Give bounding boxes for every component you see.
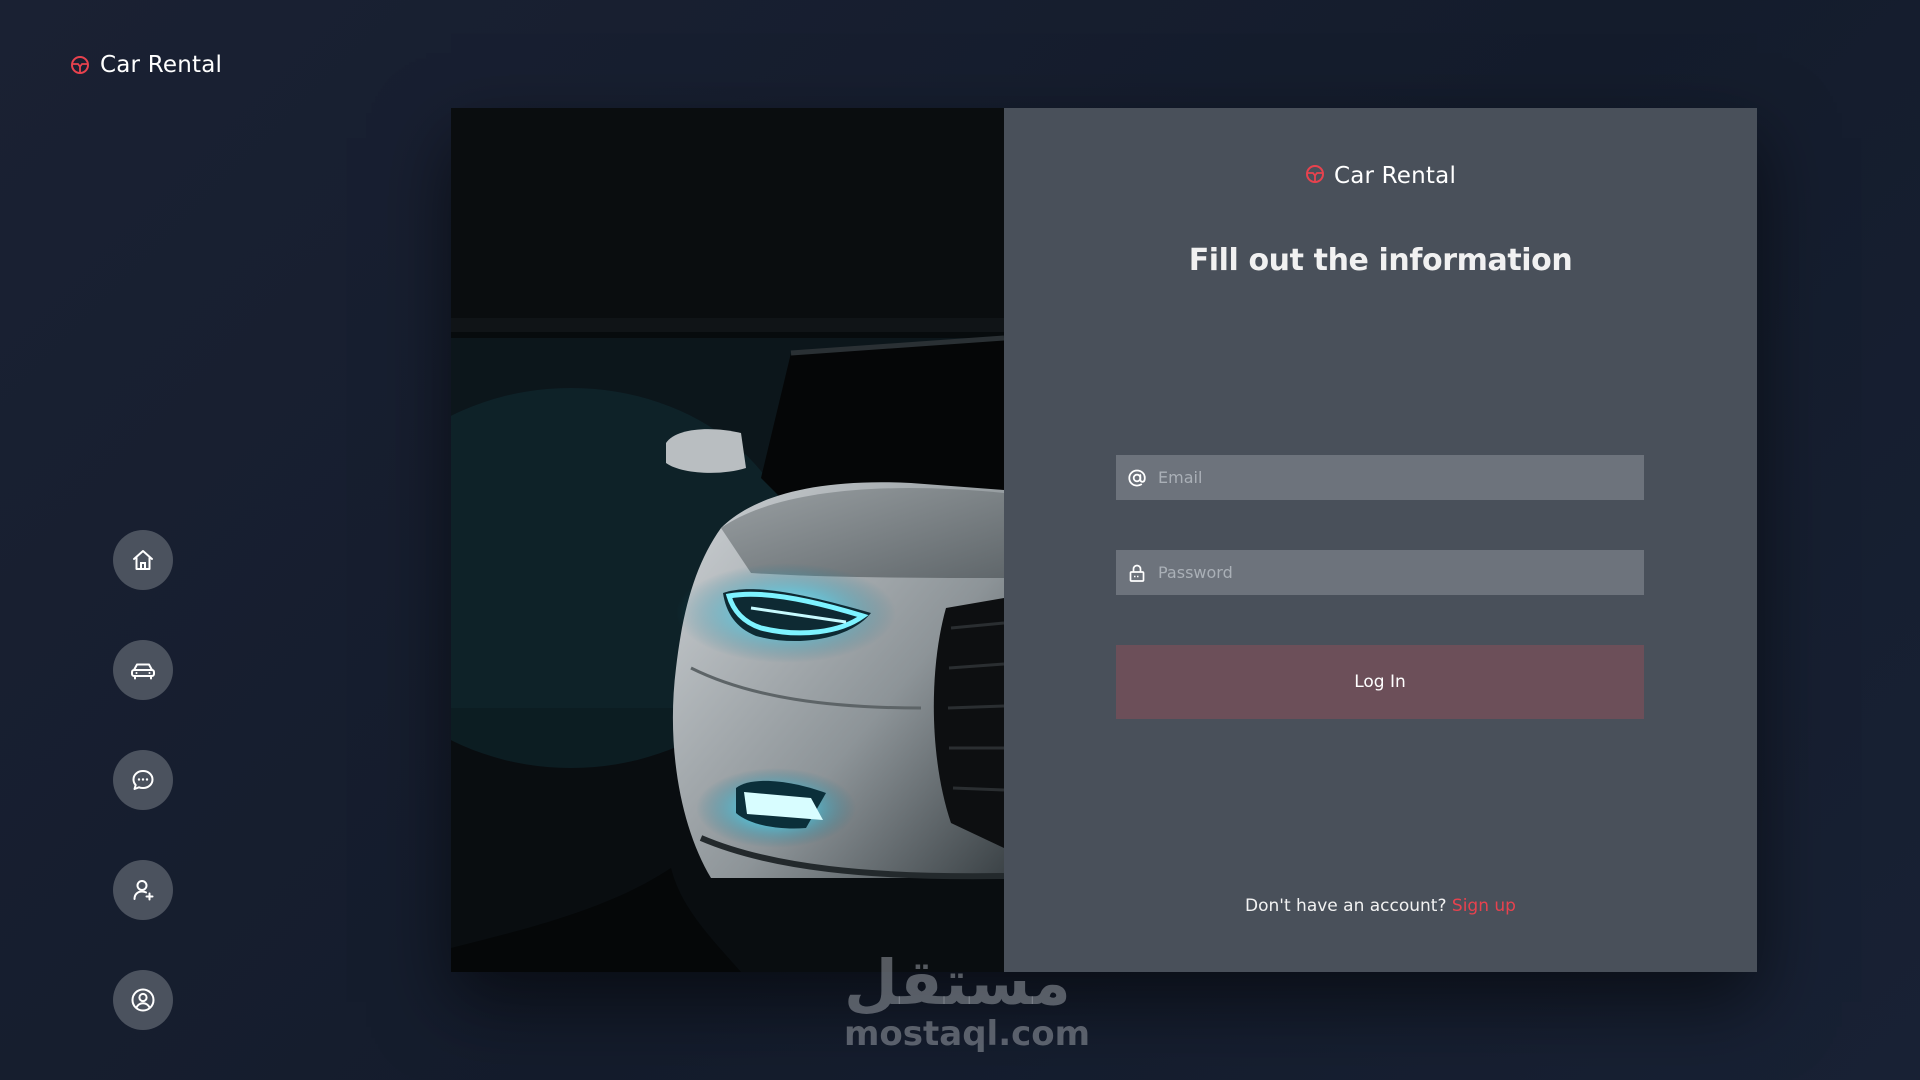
email-input[interactable] bbox=[1158, 455, 1644, 500]
signup-prompt: Don't have an account? Sign up bbox=[1004, 896, 1757, 916]
signup-link[interactable]: Sign up bbox=[1452, 896, 1516, 916]
hero-car-image bbox=[451, 108, 1004, 972]
home-icon bbox=[130, 547, 156, 573]
watermark-latin: mostaql.com bbox=[844, 1014, 1091, 1054]
login-card: Car Rental Fill out the information Emai… bbox=[451, 108, 1757, 972]
app-title: Car Rental bbox=[100, 52, 223, 78]
sidebar-item-profile[interactable] bbox=[113, 970, 173, 1030]
form-brand: Car Rental bbox=[1004, 163, 1757, 189]
profile-icon bbox=[129, 986, 157, 1014]
sidebar-item-messages[interactable] bbox=[113, 750, 173, 810]
password-field[interactable] bbox=[1116, 550, 1644, 595]
watermark: مستقل mostaql.com bbox=[844, 946, 1091, 1054]
sidebar-item-add-user[interactable] bbox=[113, 860, 173, 920]
lock-icon bbox=[1116, 550, 1158, 595]
add-user-icon bbox=[130, 877, 156, 903]
steering-wheel-icon bbox=[70, 55, 90, 75]
at-sign-icon bbox=[1116, 455, 1158, 500]
sidebar-item-cars[interactable] bbox=[113, 640, 173, 700]
email-field[interactable] bbox=[1116, 455, 1644, 500]
watermark-arabic: مستقل bbox=[844, 946, 1071, 1019]
login-form-panel: Car Rental Fill out the information Emai… bbox=[1004, 108, 1757, 972]
password-input[interactable] bbox=[1158, 550, 1644, 595]
form-brand-title: Car Rental bbox=[1333, 163, 1457, 189]
chat-icon bbox=[130, 767, 156, 793]
form-heading: Fill out the information bbox=[1188, 243, 1573, 278]
sidebar-nav bbox=[113, 530, 173, 1030]
app-brand[interactable]: Car Rental bbox=[70, 52, 222, 78]
sidebar-item-home[interactable] bbox=[113, 530, 173, 590]
steering-wheel-icon bbox=[1305, 164, 1325, 188]
login-button[interactable]: Log In bbox=[1116, 645, 1644, 719]
car-icon bbox=[129, 657, 157, 683]
signup-prompt-text: Don't have an account? bbox=[1245, 896, 1447, 916]
